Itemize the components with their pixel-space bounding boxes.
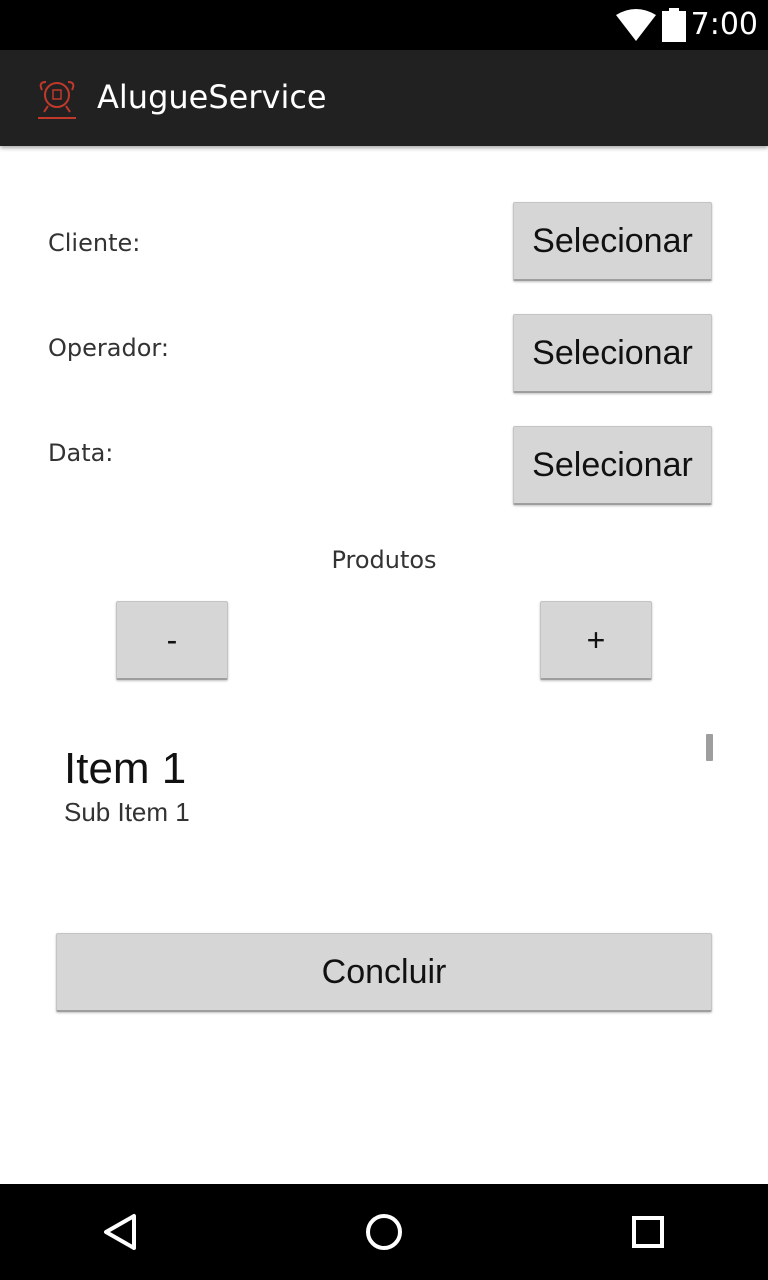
list-item-title: Item 1 [64, 744, 187, 793]
select-operador-button[interactable]: Selecionar [513, 314, 712, 393]
app-logo-icon [38, 81, 76, 119]
screen: 7:00 AlugueService Cliente: Selecionar O… [0, 0, 768, 1280]
action-bar: AlugueService [0, 50, 768, 146]
list-scrollbar[interactable] [706, 734, 713, 761]
back-icon[interactable] [92, 1204, 148, 1260]
status-bar: 7:00 [0, 0, 768, 50]
battery-icon [662, 8, 686, 42]
produtos-title: Produtos [331, 546, 437, 574]
select-cliente-button[interactable]: Selecionar [513, 202, 712, 281]
operador-label: Operador: [48, 334, 169, 362]
recents-icon[interactable] [620, 1204, 676, 1260]
app-title: AlugueService [97, 78, 327, 116]
select-data-button[interactable]: Selecionar [513, 426, 712, 505]
navigation-bar [0, 1184, 768, 1280]
home-icon[interactable] [356, 1204, 412, 1260]
concluir-button[interactable]: Concluir [56, 933, 712, 1012]
add-product-button[interactable]: + [540, 601, 652, 680]
list-item-subtitle: Sub Item 1 [64, 797, 190, 827]
cliente-label: Cliente: [48, 229, 141, 257]
status-time: 7:00 [690, 7, 758, 42]
data-label: Data: [48, 439, 114, 467]
wifi-icon [616, 9, 656, 41]
remove-product-button[interactable]: - [116, 601, 228, 680]
